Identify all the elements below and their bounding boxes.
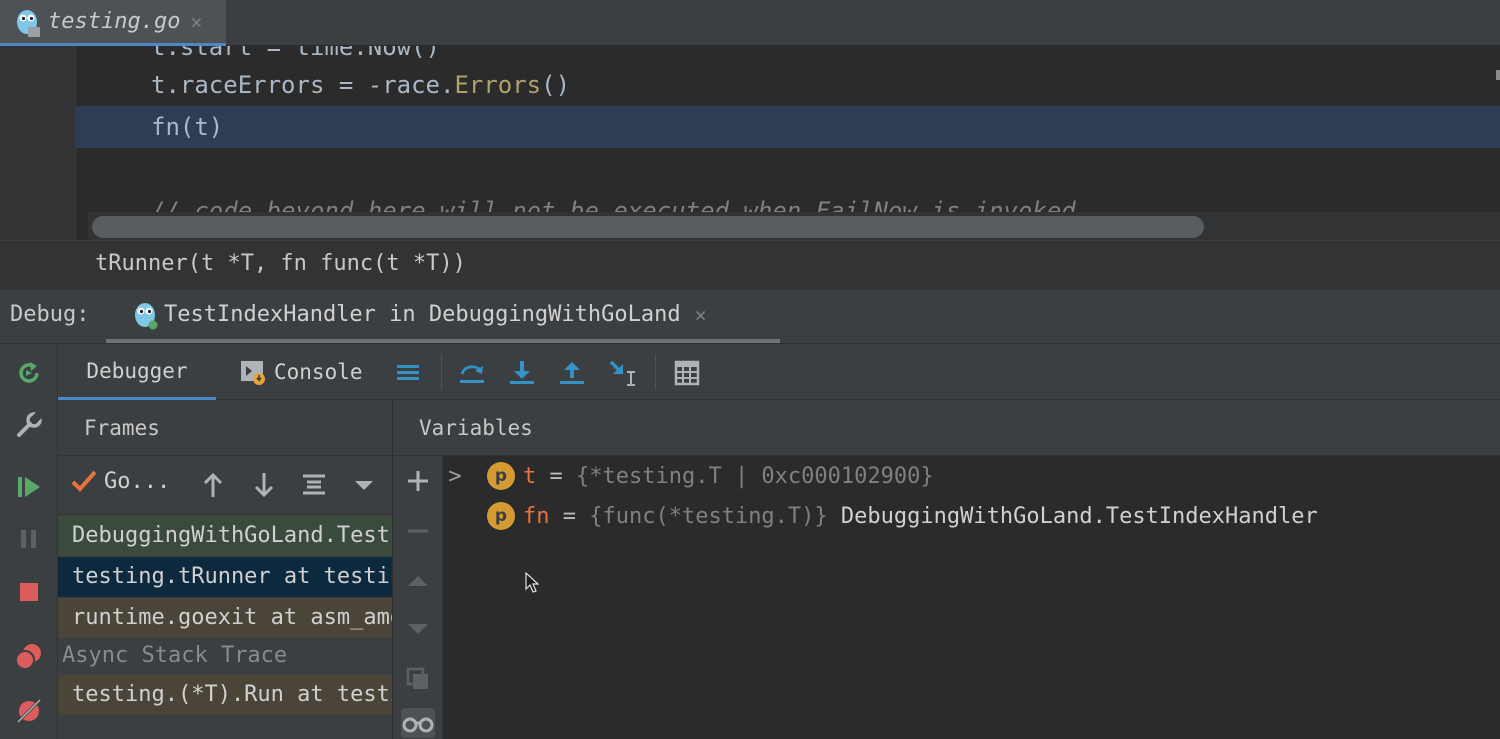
breadcrumb: tRunner(t *T, fn func(t *T))	[0, 240, 1500, 290]
async-stack-trace-label: Async Stack Trace	[62, 643, 288, 668]
parameter-badge-icon: p	[487, 502, 515, 530]
run-to-cursor-icon[interactable]	[606, 356, 640, 390]
frames-toolbar: Go...	[58, 456, 392, 514]
variable-type: {*testing.T | 0xc000102900}	[576, 463, 934, 489]
editor-tab-bar: testing.go ×	[0, 0, 1500, 46]
check-icon	[71, 470, 97, 492]
editor-gutter[interactable]	[0, 46, 76, 240]
expand-arrow-icon[interactable]: >	[443, 464, 467, 489]
code-method: Errors	[454, 71, 542, 99]
file-tab-testing-go[interactable]: testing.go ×	[0, 0, 226, 46]
variable-row-fn[interactable]: p fn = {func(*testing.T)} DebuggingWithG…	[487, 496, 1318, 536]
view-breakpoints-icon[interactable]	[12, 640, 46, 674]
variables-toolbar	[393, 456, 443, 739]
console-icon	[241, 361, 265, 385]
settings-icon[interactable]	[12, 408, 46, 442]
variable-row-t[interactable]: > p t = {*testing.T | 0xc000102900}	[443, 456, 934, 496]
debugger-toolbar: Debugger Console	[58, 344, 1500, 400]
frame-row[interactable]: runtime.goexit at asm_amd64.s	[58, 598, 392, 638]
toolbar-separator	[441, 354, 442, 390]
show-execution-point-icon[interactable]	[391, 356, 425, 390]
tab-debugger-label: Debugger	[86, 358, 188, 383]
remove-watch-icon[interactable]	[401, 514, 435, 548]
toolbar-separator	[655, 354, 656, 390]
step-over-icon[interactable]	[455, 356, 489, 390]
debug-left-toolbar	[0, 344, 58, 739]
evaluate-expression-icon[interactable]	[670, 356, 704, 390]
debug-session-tab[interactable]: TestIndexHandler in DebuggingWithGoLand …	[106, 290, 780, 343]
new-watch-icon[interactable]	[401, 464, 435, 498]
scroll-marker	[1496, 70, 1500, 80]
arrow-up-icon[interactable]	[198, 470, 228, 500]
frame-row[interactable]: DebuggingWithGoLand.TestIndexHandler	[58, 516, 392, 556]
variable-equals: =	[549, 503, 590, 529]
filter-frames-icon[interactable]	[299, 470, 329, 500]
code-editor[interactable]: t.start = time.Now() t.raceErrors = -rac…	[0, 46, 1500, 240]
horizontal-scrollbar-thumb[interactable]	[92, 216, 1204, 238]
step-into-icon[interactable]	[505, 356, 539, 390]
arrow-down-icon[interactable]	[249, 470, 279, 500]
variable-equals: =	[536, 463, 576, 489]
resume-icon[interactable]	[12, 470, 46, 504]
thread-selector-label: Go...	[104, 468, 171, 494]
debug-session-label: TestIndexHandler in DebuggingWithGoLand	[164, 302, 681, 327]
thread-selector[interactable]: Go...	[70, 468, 170, 494]
mute-breakpoints-icon[interactable]	[12, 694, 46, 728]
stop-icon[interactable]	[12, 575, 46, 609]
frames-title: Frames	[84, 416, 160, 440]
debug-title: Debug:	[10, 302, 90, 327]
variables-header: Variables	[393, 400, 1500, 456]
frames-panel: Frames Go... DebuggingWithGoLand.TestInd…	[58, 400, 393, 739]
variables-title: Variables	[419, 416, 533, 440]
show-watches-icon[interactable]	[401, 708, 435, 738]
code-text: t.raceErrors = -race.	[151, 71, 455, 99]
frame-row[interactable]: testing.(*T).Run at testing.go	[58, 675, 392, 715]
close-session-icon[interactable]: ×	[695, 303, 707, 327]
frame-row-selected[interactable]: testing.tRunner at testing.go	[58, 557, 392, 597]
rerun-icon[interactable]	[12, 356, 46, 390]
variable-name: fn	[523, 503, 550, 529]
breadcrumb-function[interactable]: tRunner(t *T, fn func(t *T))	[95, 251, 466, 276]
variable-type: {func(*testing.T)}	[589, 503, 841, 529]
code-line-race-errors: t.raceErrors = -race.Errors()	[76, 64, 1500, 106]
variables-tree[interactable]: > p t = {*testing.T | 0xc000102900} p fn…	[443, 456, 1500, 739]
code-text: ()	[541, 71, 571, 99]
code-line-current-execution: fn(t)	[76, 106, 1500, 148]
duplicate-watch-icon[interactable]	[401, 662, 435, 696]
frames-header: Frames	[58, 400, 392, 456]
step-out-icon[interactable]	[555, 356, 589, 390]
tab-debugger[interactable]: Debugger	[58, 344, 216, 400]
pause-icon[interactable]	[12, 522, 46, 556]
debug-tool-window-header: Debug: TestIndexHandler in DebuggingWith…	[0, 290, 1500, 344]
chevron-down-icon[interactable]	[349, 470, 379, 500]
variable-value: DebuggingWithGoLand.TestIndexHandler	[840, 503, 1318, 529]
tab-console-label: Console	[274, 360, 363, 384]
file-tab-label: testing.go	[48, 9, 181, 34]
tab-console[interactable]: Console	[238, 344, 363, 400]
close-tab-icon[interactable]: ×	[190, 10, 202, 34]
move-down-icon[interactable]	[401, 612, 435, 646]
gopher-run-icon	[135, 302, 158, 329]
variable-name: t	[523, 463, 537, 489]
parameter-badge-icon: p	[487, 462, 515, 490]
move-up-icon[interactable]	[401, 564, 435, 598]
gopher-icon	[17, 9, 40, 37]
mouse-cursor-icon	[525, 572, 539, 593]
